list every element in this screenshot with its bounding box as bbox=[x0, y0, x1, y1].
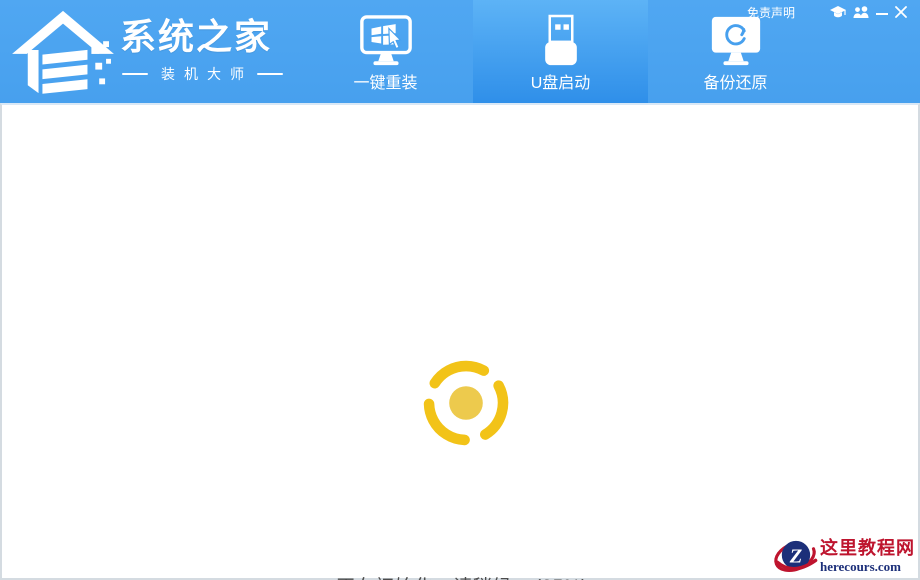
minimize-icon bbox=[876, 13, 888, 15]
monitor-windows-icon bbox=[357, 10, 415, 70]
house-logo-icon bbox=[12, 5, 114, 97]
app-logo: 系统之家 装机大师 bbox=[12, 5, 283, 97]
logo-text: 系统之家 装机大师 bbox=[120, 17, 283, 84]
main-panel: 正在初始化，请稍候... (25%) bbox=[0, 103, 920, 580]
window-controls: 免责声明 bbox=[747, 4, 907, 20]
subtitle-dash-right bbox=[257, 73, 283, 75]
tab-one-key-reinstall[interactable]: 一键重装 bbox=[298, 0, 473, 103]
close-icon bbox=[895, 6, 907, 18]
users-icon[interactable] bbox=[853, 5, 869, 19]
app-window: 系统之家 装机大师 bbox=[0, 0, 920, 580]
z-monogram-icon: Z bbox=[772, 534, 818, 578]
site-watermark: Z 这里教程网 herecours.com bbox=[770, 533, 918, 578]
tab-label: 一键重装 bbox=[353, 75, 417, 93]
tab-label: 备份还原 bbox=[703, 75, 767, 93]
watermark-domain: herecours.com bbox=[820, 559, 915, 574]
usb-drive-icon bbox=[536, 10, 586, 70]
logo-subtitle: 装机大师 bbox=[161, 64, 253, 84]
disclaimer-link[interactable]: 免责声明 bbox=[747, 4, 795, 21]
watermark-site-name: 这里教程网 bbox=[820, 538, 915, 558]
graduation-cap-icon[interactable] bbox=[830, 5, 846, 19]
loading-spinner-icon bbox=[418, 355, 514, 451]
watermark-text: 这里教程网 herecours.com bbox=[820, 538, 915, 574]
close-button[interactable] bbox=[895, 5, 907, 19]
minimize-button[interactable] bbox=[876, 5, 888, 19]
logo-subtitle-row: 装机大师 bbox=[122, 64, 283, 84]
header-bar: 系统之家 装机大师 bbox=[0, 0, 920, 103]
logo-title: 系统之家 bbox=[120, 17, 283, 57]
tab-label: U盘启动 bbox=[531, 75, 591, 93]
tab-usb-boot[interactable]: U盘启动 bbox=[473, 0, 648, 103]
svg-text:Z: Z bbox=[789, 545, 803, 567]
subtitle-dash-left bbox=[122, 73, 148, 75]
